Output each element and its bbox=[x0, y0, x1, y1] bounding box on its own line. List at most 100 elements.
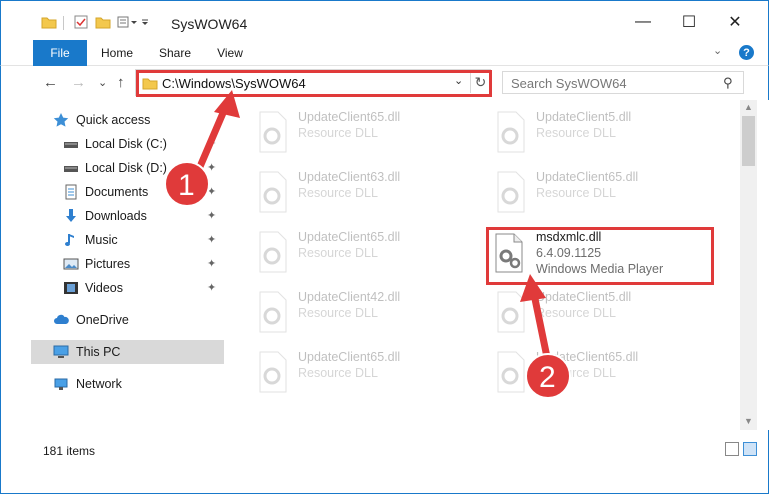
documents-icon bbox=[63, 184, 79, 200]
star-icon bbox=[53, 112, 69, 128]
sidebar-item-videos[interactable]: Videos ✦ bbox=[1, 276, 223, 300]
file-item[interactable]: UpdateClient65.dll Resource DLL bbox=[490, 342, 720, 398]
forward-button[interactable]: → bbox=[71, 74, 86, 91]
pictures-icon bbox=[63, 256, 79, 272]
ribbon-tabs: File Home Share View ⌄ ? bbox=[0, 40, 769, 66]
sidebar-item-label: Local Disk (C:) bbox=[85, 137, 167, 151]
help-icon[interactable]: ? bbox=[739, 45, 754, 60]
search-placeholder[interactable]: Search SysWOW64 bbox=[511, 76, 627, 91]
network-icon bbox=[53, 376, 69, 392]
sidebar-item-label: Pictures bbox=[85, 257, 131, 271]
file-name: msdxmlc.dll bbox=[536, 230, 602, 244]
pin-icon[interactable]: ✦ bbox=[207, 257, 216, 270]
music-icon bbox=[63, 232, 79, 248]
file-name: UpdateClient5.dll bbox=[536, 290, 632, 304]
ribbon-expand-icon[interactable]: ⌄ bbox=[713, 44, 722, 57]
details-view-icon[interactable] bbox=[725, 442, 739, 456]
sidebar-item-downloads[interactable]: Downloads ✦ bbox=[1, 204, 223, 228]
pin-icon[interactable]: ✦ bbox=[207, 233, 216, 246]
drive-icon bbox=[63, 160, 79, 176]
pin-icon[interactable]: ✦ bbox=[207, 281, 216, 294]
file-item[interactable]: UpdateClient65.dll Resource DLL bbox=[252, 102, 482, 158]
file-item[interactable]: UpdateClient5.dll Resource DLL bbox=[490, 282, 720, 338]
file-item[interactable]: UpdateClient42.dll Resource DLL bbox=[252, 282, 482, 338]
file-name: UpdateClient65.dll bbox=[298, 110, 401, 124]
tab-view[interactable]: View bbox=[205, 40, 255, 66]
up-button[interactable]: ↑ bbox=[117, 74, 125, 91]
address-path[interactable]: C:\Windows\SysWOW64 bbox=[162, 76, 306, 91]
address-folder-icon bbox=[142, 75, 158, 94]
tab-home[interactable]: Home bbox=[91, 40, 143, 66]
file-item[interactable]: UpdateClient65.dll Resource DLL bbox=[490, 162, 720, 218]
sidebar-item-local-disk-d[interactable]: Local Disk (D:) ✦ bbox=[1, 156, 223, 180]
dll-file-icon bbox=[490, 350, 530, 394]
sidebar-item-documents[interactable]: Documents ✦ bbox=[1, 180, 223, 204]
window-bottom bbox=[0, 470, 769, 494]
recent-locations-button[interactable]: ⌄ bbox=[98, 76, 107, 89]
pin-icon[interactable]: ✦ bbox=[207, 137, 216, 150]
sidebar-item-this-pc[interactable]: This PC bbox=[31, 340, 224, 364]
sidebar-item-onedrive[interactable]: OneDrive bbox=[1, 308, 223, 332]
dll-file-icon bbox=[490, 110, 530, 154]
window-title: SysWOW64 bbox=[171, 16, 248, 32]
title-separator bbox=[63, 16, 64, 30]
file-type: Resource DLL bbox=[298, 126, 378, 140]
tab-share[interactable]: Share bbox=[149, 40, 201, 66]
downloads-icon bbox=[63, 208, 79, 224]
refresh-button[interactable]: ↻ bbox=[470, 72, 490, 93]
search-box[interactable]: Search SysWOW64 ⚲ bbox=[502, 71, 744, 94]
scroll-up-icon[interactable]: ▲ bbox=[744, 102, 753, 112]
scroll-down-icon[interactable]: ▼ bbox=[744, 416, 753, 426]
file-name: UpdateClient5.dll bbox=[536, 110, 632, 124]
sidebar-item-label: Downloads bbox=[85, 209, 147, 223]
new-folder-icon[interactable] bbox=[95, 13, 111, 31]
sidebar-item-quick-access[interactable]: Quick access bbox=[1, 108, 223, 132]
large-icons-view-icon[interactable] bbox=[743, 442, 757, 456]
maximize-button[interactable]: ☐ bbox=[674, 9, 704, 35]
dll-file-icon bbox=[490, 170, 530, 214]
file-type: Resource DLL bbox=[536, 306, 616, 320]
file-type: Resource DLL bbox=[536, 366, 616, 380]
file-name: UpdateClient65.dll bbox=[298, 350, 401, 364]
file-list: UpdateClient65.dll Resource DLL UpdateCl… bbox=[228, 100, 740, 430]
sidebar-item-pictures[interactable]: Pictures ✦ bbox=[1, 252, 223, 276]
file-type: Resource DLL bbox=[298, 366, 378, 380]
sidebar-item-label: Local Disk (D:) bbox=[85, 161, 167, 175]
scrollbar-thumb[interactable] bbox=[742, 116, 755, 166]
file-item-msdxmlc[interactable]: msdxmlc.dll 6.4.09.1125 Windows Media Pl… bbox=[490, 222, 720, 278]
sidebar-item-label: Documents bbox=[85, 185, 149, 199]
dll-file-icon bbox=[252, 230, 292, 274]
vertical-scrollbar[interactable]: ▲ ▼ bbox=[740, 100, 757, 430]
file-item[interactable]: UpdateClient65.dll Resource DLL bbox=[252, 222, 482, 278]
close-button[interactable]: ✕ bbox=[720, 9, 750, 35]
dll-file-icon bbox=[252, 110, 292, 154]
back-button[interactable]: ← bbox=[43, 74, 58, 91]
folder-icon bbox=[41, 13, 57, 31]
status-bar: 181 items bbox=[0, 430, 769, 470]
title-bar: SysWOW64 — ☐ ✕ bbox=[0, 0, 769, 40]
item-count: 181 items bbox=[43, 444, 96, 458]
address-dropdown-icon[interactable]: ⌄ bbox=[454, 74, 463, 87]
sidebar-item-music[interactable]: Music ✦ bbox=[1, 228, 223, 252]
file-type: Resource DLL bbox=[536, 186, 616, 200]
search-icon[interactable]: ⚲ bbox=[723, 75, 733, 91]
file-name: UpdateClient42.dll bbox=[298, 290, 401, 304]
dll-file-icon bbox=[490, 230, 530, 274]
address-bar[interactable]: C:\Windows\SysWOW64 ⌄ ↻ bbox=[135, 69, 491, 96]
customize-toolbar-icon[interactable] bbox=[117, 13, 151, 31]
pin-icon[interactable]: ✦ bbox=[207, 161, 216, 174]
file-item[interactable]: UpdateClient63.dll Resource DLL bbox=[252, 162, 482, 218]
file-item[interactable]: UpdateClient5.dll Resource DLL bbox=[490, 102, 720, 158]
properties-icon[interactable] bbox=[73, 13, 89, 31]
sidebar-item-label: Music bbox=[85, 233, 118, 247]
dll-file-icon bbox=[252, 290, 292, 334]
sidebar-item-label: OneDrive bbox=[76, 313, 129, 327]
file-item[interactable]: UpdateClient65.dll Resource DLL bbox=[252, 342, 482, 398]
minimize-button[interactable]: — bbox=[628, 9, 658, 35]
pin-icon[interactable]: ✦ bbox=[207, 209, 216, 222]
sidebar-item-local-disk-c[interactable]: Local Disk (C:) ✦ bbox=[1, 132, 223, 156]
file-name: UpdateClient65.dll bbox=[298, 230, 401, 244]
tab-file[interactable]: File bbox=[33, 40, 87, 66]
pin-icon[interactable]: ✦ bbox=[207, 185, 216, 198]
sidebar-item-network[interactable]: Network bbox=[1, 372, 223, 396]
